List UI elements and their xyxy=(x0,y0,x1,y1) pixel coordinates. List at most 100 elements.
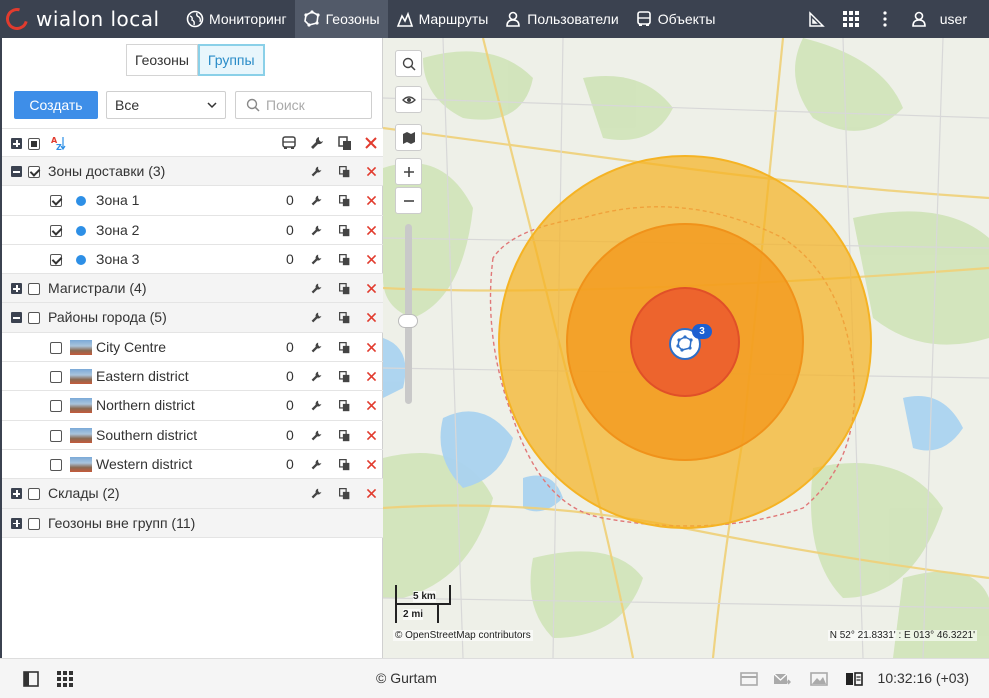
tab-geofences[interactable]: Геозоны xyxy=(126,44,198,76)
copy-icon[interactable] xyxy=(338,341,351,354)
copy-icon[interactable] xyxy=(338,429,351,442)
map-layers-button[interactable] xyxy=(395,124,422,151)
zoom-out-button[interactable] xyxy=(395,187,422,214)
user-menu-button[interactable] xyxy=(902,0,936,38)
group-checkbox[interactable] xyxy=(28,166,40,178)
geofence-row[interactable]: Зона 2 0 xyxy=(2,216,383,245)
map-view[interactable]: 3 5 km 2 mi © OpenStreetMap contributors… xyxy=(383,38,989,658)
geofence-checkbox[interactable] xyxy=(50,341,62,354)
delete-icon[interactable] xyxy=(365,253,378,266)
edit-wrench-icon[interactable] xyxy=(310,487,323,500)
delete-icon[interactable] xyxy=(365,165,378,178)
group-checkbox[interactable] xyxy=(28,283,40,296)
layout-button[interactable] xyxy=(845,670,863,688)
zoom-slider-thumb[interactable] xyxy=(398,314,418,328)
group-row[interactable]: Районы города (5) xyxy=(2,303,383,333)
notifications-button[interactable] xyxy=(740,670,758,688)
copy-icon[interactable] xyxy=(338,194,351,207)
delete-icon[interactable] xyxy=(365,429,378,442)
delete-icon[interactable] xyxy=(365,282,378,295)
delete-icon[interactable] xyxy=(365,458,378,471)
more-menu-button[interactable] xyxy=(868,0,902,38)
copy-icon[interactable] xyxy=(338,487,351,500)
map-search-button[interactable] xyxy=(395,50,422,77)
map-attribution[interactable]: © OpenStreetMap contributors xyxy=(393,630,533,641)
edit-wrench-icon[interactable] xyxy=(310,224,323,237)
tab-groups[interactable]: Группы xyxy=(197,44,265,76)
create-button[interactable]: Создать xyxy=(14,91,98,119)
delete-icon[interactable] xyxy=(365,487,378,500)
geofence-row[interactable]: City Centre 0 xyxy=(2,333,383,363)
select-all-checkbox[interactable] xyxy=(28,138,40,150)
nav-users[interactable]: Пользователи xyxy=(496,0,626,38)
username-label[interactable]: user xyxy=(936,11,989,27)
geofence-row[interactable]: Зона 3 0 xyxy=(2,245,383,275)
delete-icon[interactable] xyxy=(365,370,378,383)
wrench-icon[interactable] xyxy=(309,135,325,151)
toggle-panel-button[interactable] xyxy=(22,670,40,688)
expand-icon[interactable] xyxy=(11,517,22,529)
geofence-checkbox[interactable] xyxy=(50,429,62,442)
collapse-icon[interactable] xyxy=(11,166,22,177)
search-box[interactable] xyxy=(235,91,372,119)
geofence-checkbox[interactable] xyxy=(50,458,62,471)
geofence-checkbox[interactable] xyxy=(50,224,62,237)
group-checkbox[interactable] xyxy=(28,312,40,325)
nav-geofences[interactable]: Геозоны xyxy=(294,0,388,38)
nav-routes[interactable]: Маршруты xyxy=(388,0,497,38)
geofence-checkbox[interactable] xyxy=(50,253,62,266)
edit-wrench-icon[interactable] xyxy=(310,429,323,442)
group-row[interactable]: Геозоны вне групп (11) xyxy=(2,508,383,538)
delete-icon[interactable] xyxy=(365,311,378,324)
edit-wrench-icon[interactable] xyxy=(310,165,323,178)
zoom-in-button[interactable] xyxy=(395,158,422,185)
geofence-row[interactable]: Зона 1 0 xyxy=(2,186,383,216)
delete-icon[interactable] xyxy=(363,135,379,151)
copy-icon[interactable] xyxy=(338,311,351,324)
copy-icon[interactable] xyxy=(338,399,351,412)
geofence-checkbox[interactable] xyxy=(50,195,62,208)
copy-icon[interactable] xyxy=(338,224,351,237)
expand-icon[interactable] xyxy=(11,283,22,295)
delete-icon[interactable] xyxy=(365,341,378,354)
group-checkbox[interactable] xyxy=(28,517,40,530)
wialon-logo[interactable]: wialon local xyxy=(0,0,178,38)
group-row[interactable]: Склады (2) xyxy=(2,479,383,509)
edit-wrench-icon[interactable] xyxy=(310,194,323,207)
copy-icon[interactable] xyxy=(338,282,351,295)
expand-all-icon[interactable] xyxy=(11,138,22,149)
copy-icon[interactable] xyxy=(338,458,351,471)
edit-wrench-icon[interactable] xyxy=(310,399,323,412)
edit-wrench-icon[interactable] xyxy=(310,458,323,471)
filter-select[interactable]: Все xyxy=(106,91,226,119)
delete-icon[interactable] xyxy=(365,194,378,207)
collapse-icon[interactable] xyxy=(11,312,22,324)
search-input[interactable] xyxy=(266,95,366,115)
edit-wrench-icon[interactable] xyxy=(310,253,323,266)
map-visibility-button[interactable] xyxy=(395,86,422,113)
geofence-row[interactable]: Northern district 0 xyxy=(2,391,383,421)
delete-icon[interactable] xyxy=(365,399,378,412)
edit-wrench-icon[interactable] xyxy=(310,341,323,354)
geofence-row[interactable]: Western district 0 xyxy=(2,450,383,480)
copy-icon[interactable] xyxy=(338,165,351,178)
expand-icon[interactable] xyxy=(11,488,22,500)
group-row[interactable]: Зоны доставки (3) xyxy=(2,157,383,187)
copy-icon[interactable] xyxy=(337,135,353,151)
gallery-button[interactable] xyxy=(810,670,828,688)
nav-objects[interactable]: Объекты xyxy=(627,0,724,38)
delete-icon[interactable] xyxy=(365,224,378,237)
sort-az-icon[interactable]: AZ xyxy=(50,135,66,151)
apps-button[interactable] xyxy=(56,670,74,688)
bus-icon[interactable] xyxy=(281,135,297,151)
geofence-row[interactable]: Southern district 0 xyxy=(2,421,383,450)
copy-icon[interactable] xyxy=(338,370,351,383)
geofence-checkbox[interactable] xyxy=(50,371,62,384)
apps-grid-button[interactable] xyxy=(834,0,868,38)
geofence-checkbox[interactable] xyxy=(50,400,62,413)
geofence-row[interactable]: Eastern district 0 xyxy=(2,362,383,392)
ruler-tool-button[interactable] xyxy=(800,0,834,38)
messages-button[interactable] xyxy=(773,670,791,688)
group-checkbox[interactable] xyxy=(28,488,40,501)
edit-wrench-icon[interactable] xyxy=(310,311,323,324)
